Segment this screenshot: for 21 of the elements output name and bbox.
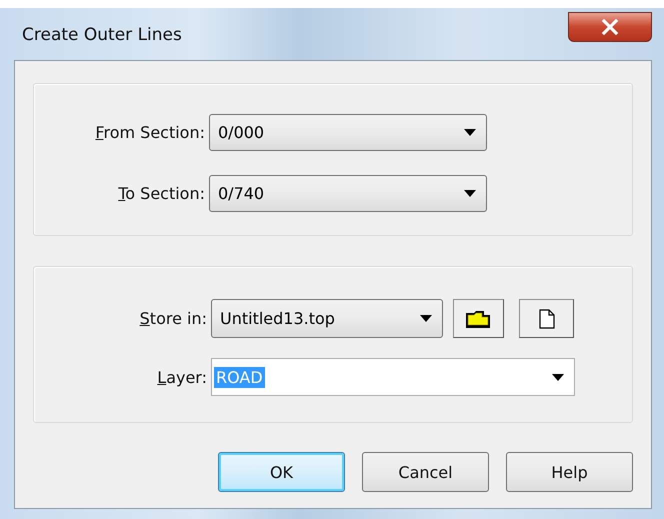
- document-icon: [538, 308, 554, 328]
- window-title: Create Outer Lines: [22, 25, 182, 45]
- dialog-button[interactable]: Cancel: [362, 452, 489, 492]
- dropdown[interactable]: 0/000: [209, 114, 487, 151]
- caret-icon: [420, 315, 432, 322]
- folder-icon: [464, 308, 492, 328]
- dropdown[interactable]: Untitled13.top: [211, 299, 443, 338]
- caret-icon: [464, 129, 476, 136]
- field-label: Layer:: [156, 368, 208, 386]
- caret-icon: [552, 374, 564, 380]
- dialog-button[interactable]: OK: [218, 452, 345, 492]
- close-button[interactable]: [568, 12, 652, 42]
- field-label: To Section:: [117, 184, 206, 203]
- open-folder-button[interactable]: [453, 299, 504, 338]
- field-label: From Section:: [94, 123, 206, 142]
- dropdown[interactable]: 0/740: [209, 175, 487, 212]
- caret-icon: [464, 190, 476, 197]
- field-label: Store in:: [138, 309, 208, 328]
- new-file-button[interactable]: [519, 299, 574, 338]
- close-icon: [601, 19, 619, 35]
- dialog-button[interactable]: Help: [506, 452, 633, 492]
